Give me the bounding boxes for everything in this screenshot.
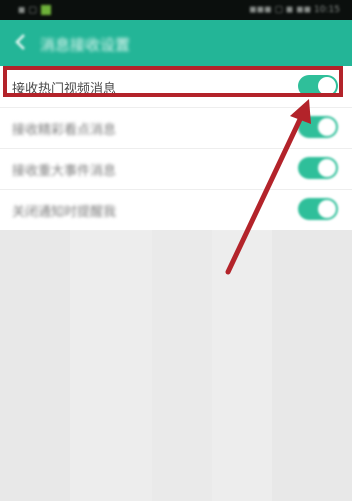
annotation-arrow-icon [225,99,311,275]
